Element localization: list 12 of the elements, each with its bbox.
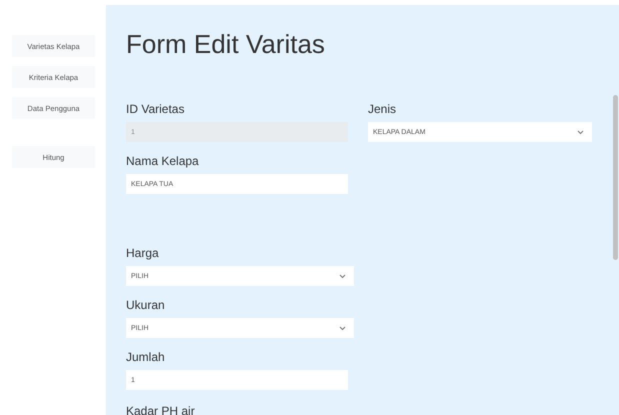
chevron-down-icon: [577, 130, 584, 134]
field-label: Ukuran: [126, 297, 166, 314]
field-label: Jumlah: [126, 349, 166, 366]
field-label: Nama Kelapa: [126, 153, 200, 170]
field-label: Kadar PH air: [126, 403, 196, 415]
chevron-down-icon: [339, 326, 346, 330]
scrollbar-thumb[interactable]: [613, 95, 618, 260]
form-title: Form Edit Varitas: [126, 29, 326, 61]
field-label: Harga: [126, 245, 160, 262]
chevron-down-icon: [339, 274, 346, 278]
field-label: ID Varietas: [126, 101, 186, 118]
field-label: Jenis: [368, 101, 398, 118]
